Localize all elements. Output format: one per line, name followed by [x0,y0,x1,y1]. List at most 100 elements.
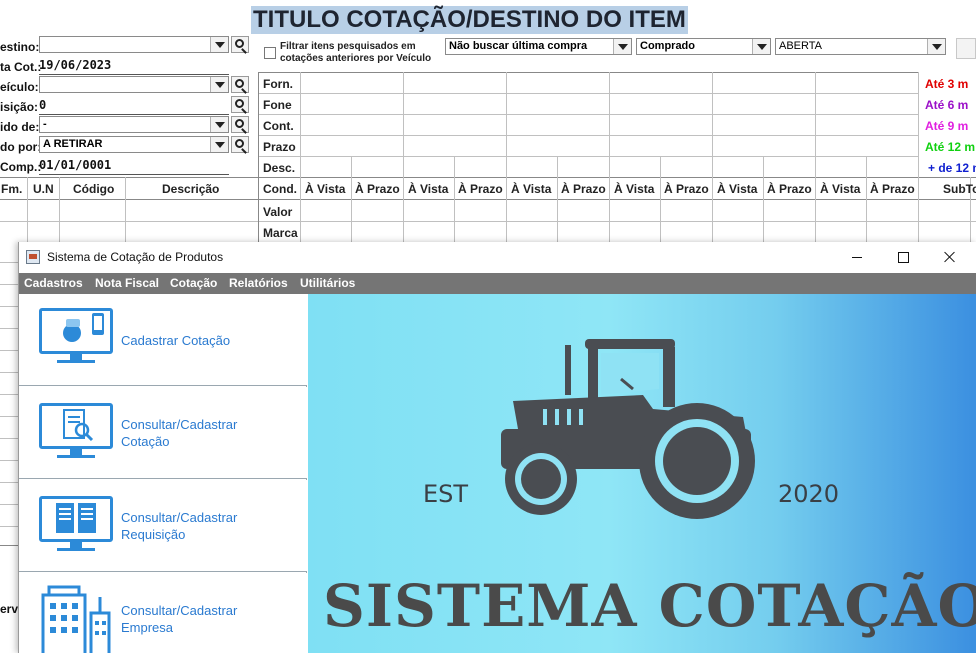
chevron-down-icon [613,39,631,54]
cond-a-prazo-4: À Prazo [664,182,709,196]
title-bar[interactable]: Sistema de Cotação de Produtos [19,242,976,273]
row-label-desc: Desc. [263,161,296,175]
cond-a-vista-5: À Vista [717,182,758,196]
close-button[interactable] [927,242,973,273]
row-label-forn: Forn. [263,77,293,91]
cadastrar-cotacao-button[interactable]: Cadastrar Cotação [19,294,307,386]
pedido-de-search-button[interactable] [231,116,249,133]
cond-a-prazo-3: À Prazo [561,182,606,196]
grid-line [258,72,918,73]
veiculo-search-button[interactable] [231,76,249,93]
requisicao-underline [39,114,229,115]
destino-combo[interactable] [39,36,229,53]
data-compra-value[interactable]: 01/01/0001 [39,158,111,172]
grid-line [0,438,18,439]
grid-line [0,350,18,351]
requisition-icon [39,496,113,554]
cond-a-vista-4: À Vista [614,182,655,196]
menu-cotacao[interactable]: Cotação [170,276,217,290]
menu-utilitarios[interactable]: Utilitários [300,276,355,290]
legend-9-months: Até 9 m [925,119,969,133]
grid-line [403,72,404,242]
company-building-icon [41,585,111,653]
grid-line [0,545,18,546]
banner-year: 2020 [778,480,840,508]
grid-line [300,72,301,242]
minimize-button[interactable] [835,242,881,273]
consultar-cotacao-label: Consultar/Cadastrar Cotação [121,417,238,449]
grid-line [557,156,558,242]
grid-line [660,156,661,242]
banner-brand-name: SISTEMA COTAÇÃO [323,572,976,640]
consultar-requisicao-label: Consultar/Cadastrar Requisição [121,510,238,542]
filter-checkbox[interactable] [264,47,276,59]
grid-line [763,156,764,242]
requisicao-value[interactable]: 0 [39,98,46,112]
java-app-icon [26,250,40,264]
cond-a-prazo-6: À Prazo [870,182,915,196]
grid-line [0,221,976,222]
legend-12-months: Até 12 m [925,140,976,154]
search-icon [235,39,244,48]
chevron-down-icon [927,39,945,54]
destino-search-button[interactable] [231,36,249,53]
veiculo-label: eículo: [0,80,39,94]
grid-line [125,177,126,242]
status-combo[interactable]: Comprado [636,38,771,55]
row-label-prazo: Prazo [263,140,296,154]
grid-line [712,72,713,242]
quote-search-icon [39,403,113,461]
consultar-cotacao-button[interactable]: Consultar/Cadastrar Cotação [19,387,307,479]
pedido-de-combo[interactable]: - [39,116,229,133]
extra-button[interactable] [956,38,976,59]
cond-a-prazo-2: À Prazo [458,182,503,196]
search-icon [235,119,244,128]
requisicao-search-button[interactable] [231,96,249,113]
consultar-empresa-label: Consultar/Cadastrar Empresa [121,603,238,635]
pedido-por-combo[interactable]: A RETIRAR [39,136,229,153]
grid-line [258,135,918,136]
data-compra-label: Comp.: [0,160,42,174]
menu-nota-fiscal[interactable]: Nota Fiscal [95,276,159,290]
data-compra-underline [39,174,229,175]
grid-line [609,72,610,242]
grid-line [258,72,259,242]
consultar-requisicao-button[interactable]: Consultar/Cadastrar Requisição [19,480,307,572]
data-cotacao-underline [39,74,229,75]
grid-line [0,460,18,461]
menu-relatorios[interactable]: Relatórios [229,276,288,290]
pedido-por-label: do por: [0,140,42,154]
menu-cadastros[interactable]: Cadastros [24,276,83,290]
consultar-empresa-button[interactable]: Consultar/Cadastrar Empresa [19,573,307,653]
destino-label: estino: [0,40,40,54]
last-purchase-combo[interactable]: Não buscar última compra [445,38,632,55]
grid-line [866,156,867,242]
tractor-icon [501,339,755,519]
brand-banner: EST 2020 SISTEMA COTAÇÃO [308,294,976,653]
grid-line [258,114,918,115]
data-cotacao-value[interactable]: 19/06/2023 [39,58,111,72]
pedido-por-search-button[interactable] [231,136,249,153]
maximize-button[interactable] [881,242,927,273]
grid-line [815,72,816,242]
cond-a-vista-6: À Vista [820,182,861,196]
grid-line [0,199,976,200]
data-cotacao-label: ta Cot.: [0,60,42,74]
grid-line [59,177,60,242]
grid-line [506,72,507,242]
cond-a-vista-2: À Vista [408,182,449,196]
cond-a-prazo-5: À Prazo [767,182,812,196]
state-combo[interactable]: ABERTA [775,38,946,55]
grid-line [0,526,18,527]
chevron-down-icon [210,37,228,52]
cadastrar-cotacao-label: Cadastrar Cotação [121,333,231,348]
grid-line [0,372,18,373]
grid-line [0,328,18,329]
grid-line [0,262,18,263]
chevron-down-icon [752,39,770,54]
requisicao-label: isição: [0,100,39,114]
veiculo-combo[interactable] [39,76,229,93]
cond-a-prazo-1: À Prazo [355,182,400,196]
cond-a-vista-3: À Vista [511,182,552,196]
grid-line [258,156,918,157]
